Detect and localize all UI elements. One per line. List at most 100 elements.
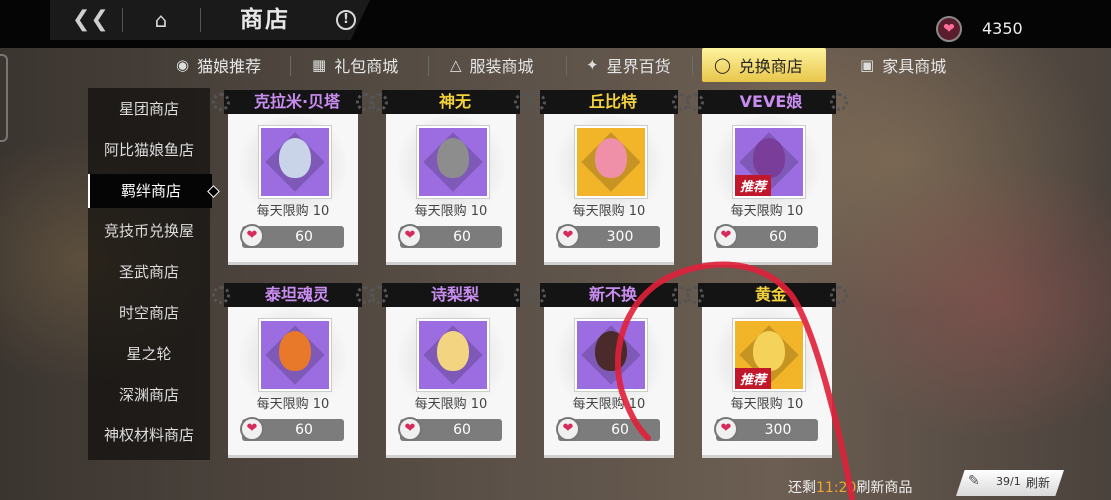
- character-piece-icon: [259, 319, 331, 391]
- card-body: 每天限购 10 ❤ 60: [544, 307, 674, 458]
- heart-gem-icon: ❤: [714, 224, 738, 248]
- price-tag: ❤ 300: [556, 224, 660, 248]
- nav-divider: [200, 8, 201, 32]
- tab-star-store[interactable]: ✦ 星界百货: [586, 48, 671, 82]
- tab-cat-recommend[interactable]: ◉ 猫娘推荐: [176, 48, 261, 82]
- chair-icon: ▣: [860, 56, 875, 74]
- recommend-badge: 推荐: [735, 175, 772, 196]
- daily-limit: 每天限购 10: [414, 204, 488, 219]
- price-tag: ❤ 300: [714, 417, 818, 441]
- shop-item-card[interactable]: 黄金 推荐 每天限购 10 ❤ 300: [686, 283, 848, 458]
- sidebar-item-holy-weapon-shop[interactable]: 圣武商店: [88, 255, 210, 289]
- side-drawer-handle[interactable]: [0, 54, 8, 142]
- shop-item-card[interactable]: 诗梨梨 每天限购 10 ❤ 60: [370, 283, 532, 458]
- daily-limit: 每天限购 10: [572, 397, 646, 412]
- header-nav: ❮❮ ⌂ 商店 !: [50, 0, 370, 40]
- tab-divider: [692, 56, 693, 76]
- paw-icon: ◉: [176, 56, 190, 74]
- tab-label: 家具商城: [882, 57, 947, 76]
- price-tag: ❤ 60: [714, 224, 818, 248]
- shop-item-card[interactable]: 新不换 每天限购 10 ❤ 60: [528, 283, 690, 458]
- shop-tabs: ◉ 猫娘推荐 ▦ 礼包商城 △ 服装商城 ✦ 星界百货 ◯ 兑换商店 ▣ 家具商…: [170, 48, 970, 82]
- daily-limit: 每天限购 10: [256, 397, 330, 412]
- home-icon[interactable]: ⌂: [146, 6, 176, 34]
- price-value: 60: [295, 422, 313, 438]
- character-piece-icon: [417, 319, 489, 391]
- shop-item-card[interactable]: VEVE娘 推荐 每天限购 10 ❤ 60: [686, 90, 848, 265]
- item-name: 丘比特: [588, 92, 637, 111]
- heart-gem-icon: ❤: [240, 417, 264, 441]
- tab-gift-shop[interactable]: ▦ 礼包商城: [312, 48, 398, 82]
- refresh-label: 刷新: [1026, 476, 1051, 490]
- character-piece-icon: [417, 126, 489, 198]
- tab-divider: [566, 56, 567, 76]
- tab-label: 猫娘推荐: [197, 57, 262, 76]
- heart-gem-icon: ❤: [556, 417, 580, 441]
- item-name: 诗梨梨: [430, 285, 479, 304]
- price-value: 300: [606, 229, 634, 245]
- currency-amount: 4350: [982, 19, 1023, 38]
- item-name: 新不换: [588, 285, 637, 304]
- item-name: 神无: [438, 92, 471, 111]
- sidebar-item-spacetime-shop[interactable]: 时空商店: [88, 296, 210, 330]
- remain-prefix: 还剩: [788, 480, 816, 496]
- daily-limit: 每天限购 10: [730, 397, 804, 412]
- info-icon[interactable]: !: [336, 10, 356, 30]
- price-value: 60: [295, 229, 313, 245]
- refresh-ticket-icon: ✎: [968, 473, 980, 489]
- page-title: 商店: [240, 7, 290, 33]
- refresh-text: 刷新商品: [856, 480, 913, 496]
- card-body: 每天限购 10 ❤ 300: [544, 114, 674, 265]
- gift-icon: ▦: [312, 56, 327, 74]
- sidebar-item-star-wheel[interactable]: 星之轮: [88, 337, 210, 371]
- sidebar-item-bond-shop[interactable]: 羁绊商店: [88, 174, 212, 208]
- sidebar-item-star-group-shop[interactable]: 星团商店: [88, 92, 210, 126]
- shop-sidebar: 星团商店 阿比猫娘鱼店 羁绊商店 竞技币兑换屋 圣武商店 时空商店 星之轮 深渊…: [88, 88, 212, 460]
- sidebar-item-arena-exchange[interactable]: 竞技币兑换屋: [88, 214, 210, 248]
- tab-divider: [428, 56, 429, 76]
- star-drop-icon: ✦: [586, 56, 599, 74]
- item-name: 黄金: [754, 285, 787, 304]
- remain-time: 11:20: [816, 480, 857, 496]
- nav-divider: [122, 8, 123, 32]
- back-chevron-icon[interactable]: ❮❮: [72, 8, 109, 32]
- clothes-icon: △: [450, 56, 462, 74]
- price-value: 300: [764, 422, 792, 438]
- item-name: VEVE娘: [739, 92, 803, 111]
- price-tag: ❤ 60: [240, 417, 344, 441]
- price-value: 60: [611, 422, 629, 438]
- coin-icon: ◯: [714, 56, 731, 74]
- sidebar-item-abyss-shop[interactable]: 深渊商店: [88, 378, 210, 412]
- character-piece-icon: [575, 126, 647, 198]
- shop-item-card[interactable]: 泰坦魂灵 每天限购 10 ❤ 60: [212, 283, 374, 458]
- tab-clothes-shop[interactable]: △ 服装商城: [450, 48, 534, 82]
- price-value: 60: [453, 229, 471, 245]
- heart-gem-icon: ❤: [556, 224, 580, 248]
- tab-label: 星界百货: [606, 57, 671, 76]
- price-tag: ❤ 60: [398, 224, 502, 248]
- recommend-badge: 推荐: [735, 368, 772, 389]
- heart-gem-icon: ❤: [714, 417, 738, 441]
- card-body: 每天限购 10 ❤ 60: [386, 114, 516, 265]
- tab-label: 礼包商城: [334, 57, 399, 76]
- refresh-button[interactable]: ✎ 39/1 刷新: [956, 470, 1064, 496]
- sidebar-item-fish-shop[interactable]: 阿比猫娘鱼店: [88, 133, 210, 167]
- card-body: 每天限购 10 ❤ 60: [386, 307, 516, 458]
- tab-exchange-shop[interactable]: ◯ 兑换商店: [702, 48, 826, 82]
- heart-gem-icon: ❤: [398, 417, 422, 441]
- shop-item-card[interactable]: 克拉米·贝塔 每天限购 10 ❤ 60: [212, 90, 374, 265]
- character-piece-icon: [259, 126, 331, 198]
- shop-item-card[interactable]: 丘比特 每天限购 10 ❤ 300: [528, 90, 690, 265]
- shop-item-card[interactable]: 神无 每天限购 10 ❤ 60: [370, 90, 532, 265]
- character-piece-icon: 推荐: [733, 126, 805, 198]
- item-name: 克拉米·贝塔: [253, 92, 341, 111]
- heart-gem-icon: ❤: [398, 224, 422, 248]
- tab-furniture-shop[interactable]: ▣ 家具商城: [860, 48, 946, 82]
- daily-limit: 每天限购 10: [572, 204, 646, 219]
- heart-gem-icon: ❤: [936, 16, 962, 42]
- price-tag: ❤ 60: [240, 224, 344, 248]
- daily-limit: 每天限购 10: [730, 204, 804, 219]
- price-value: 60: [453, 422, 471, 438]
- sidebar-item-divine-material-shop[interactable]: 神权材料商店: [88, 418, 210, 452]
- heart-gem-icon: ❤: [240, 224, 264, 248]
